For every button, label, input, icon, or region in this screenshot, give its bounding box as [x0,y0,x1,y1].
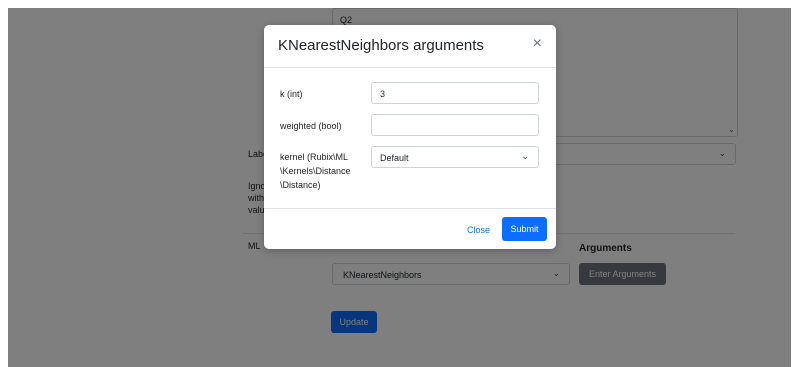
modal-header: KNearestNeighbors arguments × [264,25,556,68]
kernel-field-label-line-3: \Distance) [280,180,321,190]
modal-footer-divider [264,208,556,209]
weighted-field-input[interactable] [371,114,539,136]
kernel-field-value: Default [380,153,409,163]
weighted-field-label: weighted (bool) [280,121,342,131]
page: Q2 ⌄ Labe ⌄ Igno with valu ML Arguments … [8,8,791,367]
k-field-value: 3 [380,89,386,99]
modal-title: KNearestNeighbors arguments [278,37,484,54]
arguments-modal: KNearestNeighbors arguments × k (int) 3 … [264,25,556,249]
close-icon[interactable]: × [533,35,542,53]
kernel-field-label-line-1: kernel (Rubix\ML [280,152,349,162]
submit-button[interactable]: Submit [502,217,547,241]
chevron-down-icon: ⌄ [521,151,529,161]
k-field-input[interactable]: 3 [371,82,539,104]
kernel-field-select[interactable]: Default ⌄ [371,146,539,168]
close-button[interactable]: Close [467,225,490,235]
k-field-label: k (int) [280,89,303,99]
kernel-field-label-line-2: \Kernels\Distance [280,166,351,176]
